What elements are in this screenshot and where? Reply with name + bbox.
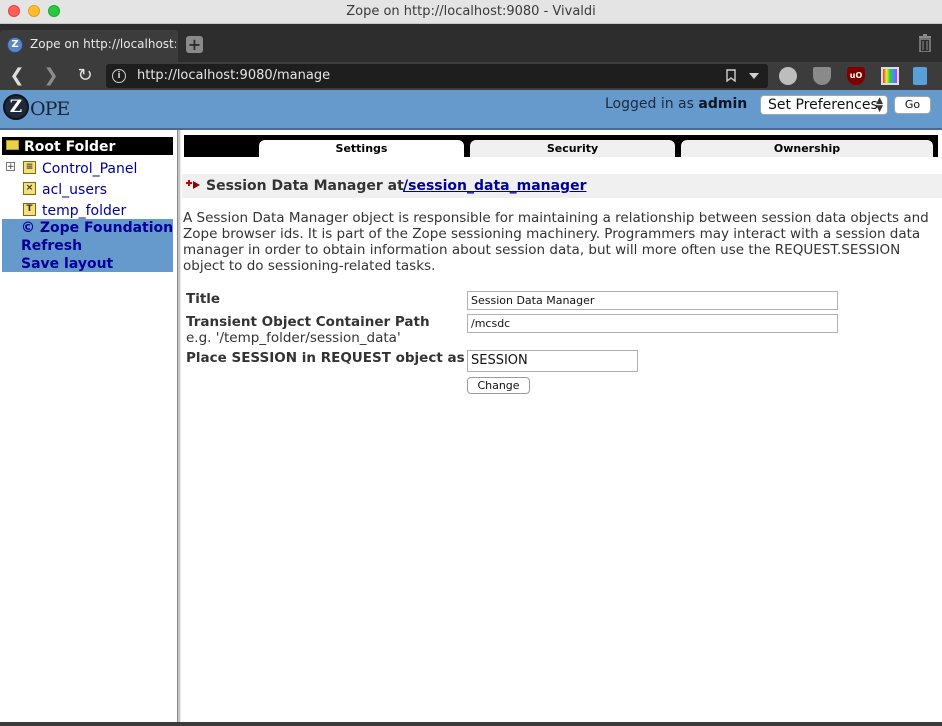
tab-settings[interactable]: Settings — [259, 140, 464, 157]
folder-icon — [6, 140, 19, 150]
zope-top-bar: Z OPE Logged in as admin Set Preferences… — [0, 90, 942, 130]
title-label: Title — [186, 291, 221, 307]
forward-icon[interactable]: ❯ — [41, 66, 61, 86]
root-folder-label: Root Folder — [24, 139, 116, 155]
zope-logo-text: OPE — [30, 98, 70, 120]
window-bottom-edge — [0, 722, 942, 726]
change-button[interactable]: Change — [467, 377, 530, 394]
temp-folder-icon: T — [23, 203, 36, 216]
tab-ownership[interactable]: Ownership — [681, 140, 933, 157]
control-panel-icon: ≡ — [23, 161, 36, 174]
new-tab-icon[interactable]: + — [186, 36, 203, 53]
section-title: Session Data Manager at — [206, 178, 404, 194]
zope-foundation-link[interactable]: © Zope Foundation — [21, 220, 173, 236]
path-hint: e.g. '/temp_folder/session_data' — [186, 330, 401, 346]
color-picker-icon[interactable] — [881, 67, 899, 85]
go-button[interactable]: Go — [894, 96, 931, 114]
session-manager-icon — [186, 180, 200, 189]
path-label: Transient Object Container Path — [186, 314, 430, 330]
bookmark-icon[interactable] — [726, 69, 736, 82]
tree-item-label[interactable]: Control_Panel — [42, 161, 137, 177]
tree-item-label[interactable]: acl_users — [42, 182, 107, 198]
dropdown-icon[interactable] — [749, 73, 759, 79]
tree-links-panel: © Zope Foundation Refresh Save layout — [2, 219, 173, 272]
tree-item-label[interactable]: temp_folder — [42, 203, 126, 219]
user-folder-icon: × — [23, 182, 36, 195]
path-input[interactable]: /mcsdc — [467, 314, 838, 333]
logged-in-status: Logged in as admin — [605, 96, 747, 112]
object-path-link[interactable]: /session_data_manager — [403, 178, 586, 194]
reload-icon[interactable]: ↻ — [75, 66, 95, 86]
back-icon[interactable]: ❮ — [7, 66, 27, 86]
session-name-label: Place SESSION in REQUEST object as — [186, 350, 465, 366]
tab-security[interactable]: Security — [470, 140, 675, 157]
ublock-icon[interactable]: uO — [847, 67, 865, 85]
title-input[interactable]: Session Data Manager — [467, 291, 838, 310]
zope-favicon-icon: Z — [7, 37, 23, 53]
logged-in-label: Logged in as — [605, 96, 694, 112]
preferences-selected-value: Set Preferences — [768, 97, 878, 113]
trash-icon[interactable] — [918, 34, 932, 52]
root-folder[interactable]: Root Folder — [2, 137, 173, 155]
url-text[interactable]: http://localhost:9080/manage — [137, 68, 330, 83]
save-layout-link[interactable]: Save layout — [21, 256, 113, 272]
window-titlebar: Zope on http://localhost:9080 - Vivaldi — [0, 0, 942, 24]
management-tabs: Settings Security Ownership — [184, 135, 938, 157]
main-content-frame: Settings Security Ownership Session Data… — [181, 130, 942, 726]
select-arrows-icon: ▲ ▼ — [876, 96, 883, 114]
username: admin — [698, 96, 748, 112]
zope-logo-icon: Z — [3, 94, 29, 120]
address-field[interactable]: i http://localhost:9080/manage — [106, 64, 768, 88]
navigation-tree-frame: Root Folder + ≡ Control_Panel × acl_user… — [0, 130, 177, 726]
browser-tabbar: Z Zope on http://localhost:9080 + — [0, 24, 942, 62]
refresh-link[interactable]: Refresh — [21, 238, 82, 254]
panel-icon[interactable] — [913, 67, 927, 85]
session-name-input[interactable]: SESSION — [467, 350, 638, 372]
window-title: Zope on http://localhost:9080 - Vivaldi — [346, 4, 596, 19]
preferences-select[interactable]: Set Preferences ▲ ▼ — [760, 95, 888, 115]
expand-icon[interactable]: + — [6, 162, 15, 172]
section-header: Session Data Manager at /session_data_ma… — [182, 174, 942, 198]
shield-icon[interactable] — [813, 67, 831, 85]
profile-icon[interactable] — [779, 67, 797, 85]
browser-tab[interactable]: Z Zope on http://localhost:9080 — [0, 30, 178, 62]
address-toolbar: ❮ ❯ ↻ i http://localhost:9080/manage uO — [0, 62, 942, 90]
browser-tab-title: Zope on http://localhost:9080 — [30, 37, 176, 51]
info-icon[interactable]: i — [112, 69, 126, 83]
description-text: A Session Data Manager object is respons… — [183, 210, 929, 274]
